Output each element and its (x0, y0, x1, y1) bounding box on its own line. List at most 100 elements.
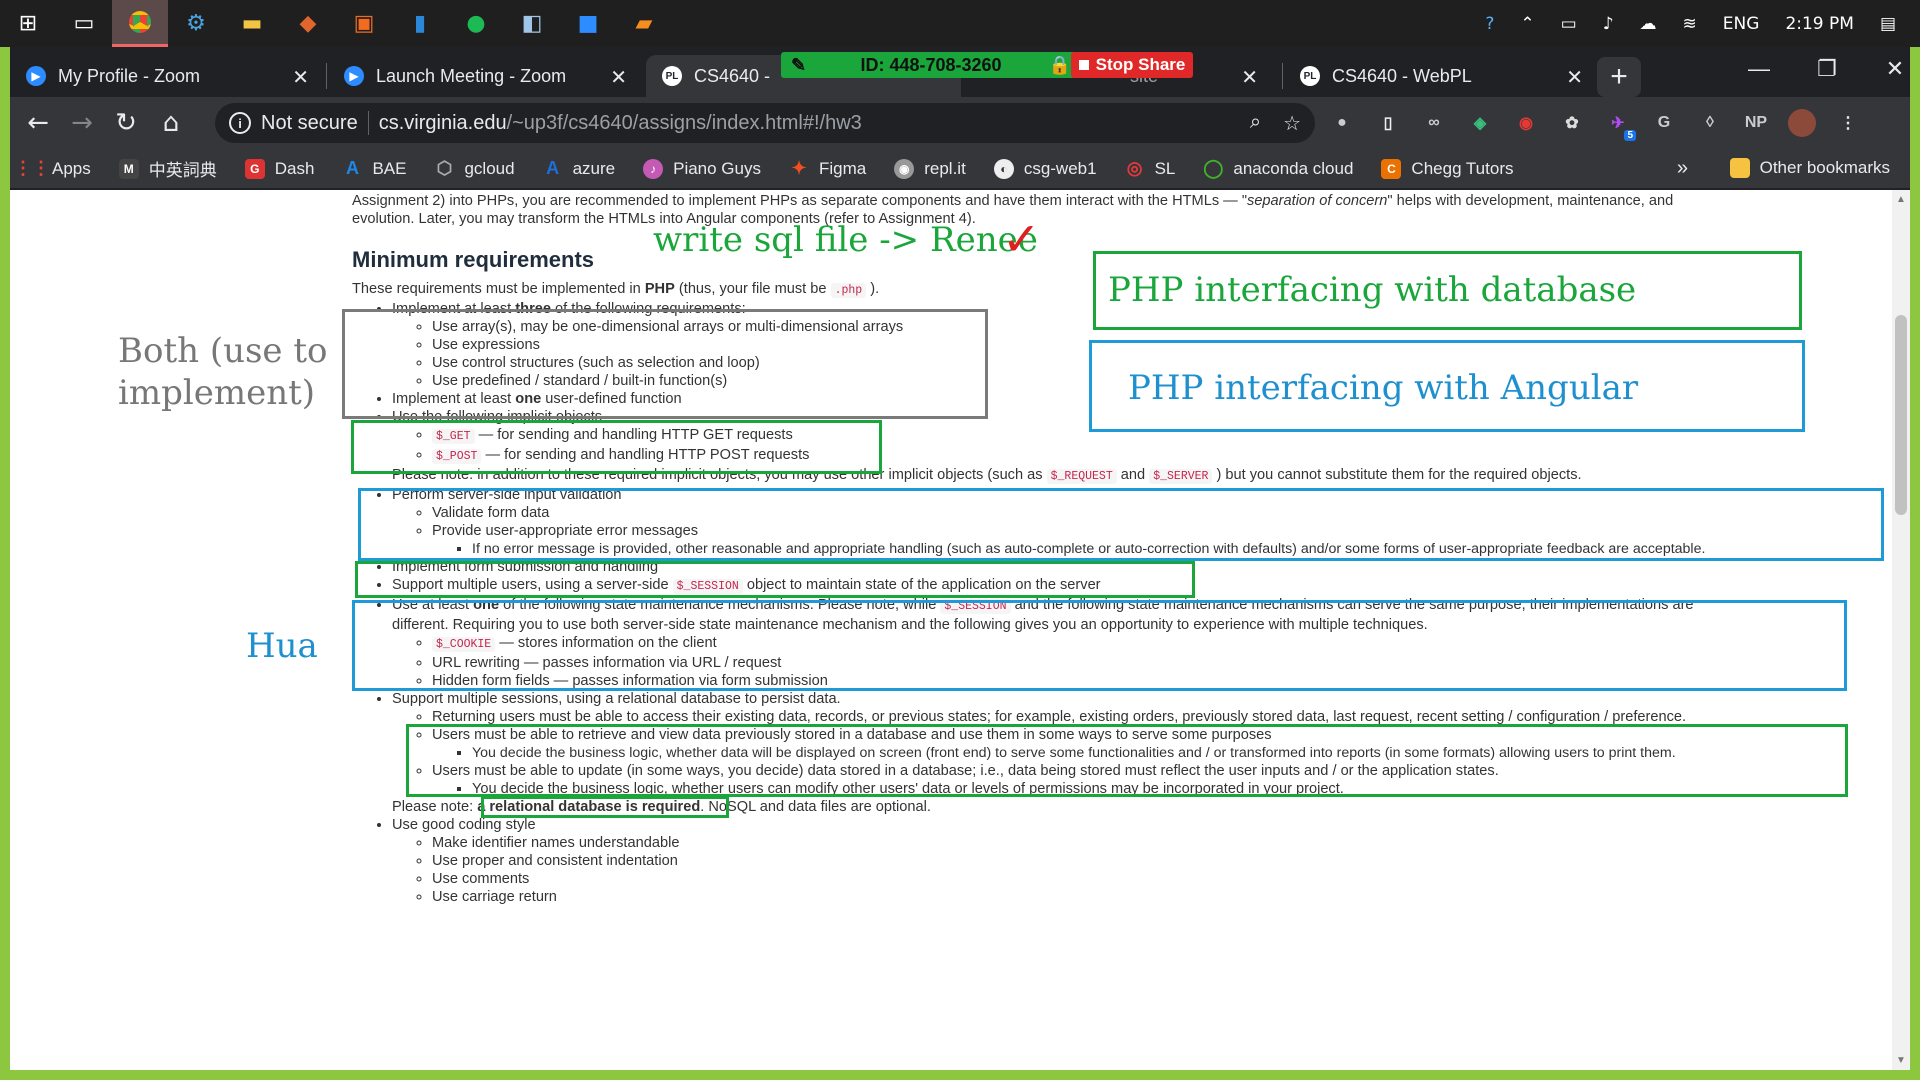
bookmark-apps[interactable]: ⋮⋮ Apps (14, 158, 91, 179)
menu-kebab-icon[interactable]: ⋮ (1834, 109, 1862, 137)
windows-start-icon[interactable]: ⊞ (0, 0, 56, 47)
cloud-upload-icon[interactable]: ☁ (1640, 14, 1657, 34)
intro-paragraph: Assignment 2) into PHPs, you are recomme… (352, 193, 1674, 227)
tab-title: CS4640 - WebPL (1332, 65, 1472, 86)
annotation-checkmark: ✓ (1002, 212, 1041, 266)
bookmark-dictionary[interactable]: M 中英詞典 (118, 156, 217, 181)
zoom-icon: ▶ (344, 66, 364, 86)
close-icon[interactable]: ✕ (610, 65, 627, 90)
close-window-button[interactable]: ✕ (1861, 47, 1920, 91)
bookmark-sl[interactable]: ◎ SL (1125, 158, 1176, 179)
scroll-down-icon[interactable]: ▼ (1896, 1055, 1906, 1066)
profile-avatar[interactable] (1788, 109, 1816, 137)
volume-icon[interactable]: ♪ (1603, 14, 1614, 34)
forward-arrow-icon[interactable]: → (66, 107, 98, 139)
list-item: Make identifier names understandable (432, 834, 1832, 852)
address-bar[interactable]: i Not secure cs.virginia.edu/~up3f/cs464… (215, 103, 1315, 143)
extension-5-icon[interactable]: ◉ (1512, 109, 1540, 137)
zoom-magnifier-icon[interactable]: ⌕ (1250, 111, 1261, 136)
extension-3-icon[interactable]: ∞ (1420, 109, 1448, 137)
extension-badge: 5 (1624, 130, 1636, 141)
close-icon[interactable]: ✕ (1566, 65, 1583, 90)
app-3-icon[interactable]: ⚙ (168, 0, 224, 47)
tab-title: My Profile - Zoom (58, 65, 201, 86)
chrome-taskbar-icon[interactable] (112, 0, 168, 47)
app-7-icon[interactable]: ▮ (392, 0, 448, 47)
bookmarks-overflow-chevron[interactable]: » (1677, 157, 1688, 180)
minimize-button[interactable]: — (1725, 47, 1793, 91)
tab-launch-meeting-zoom[interactable]: ▶ Launch Meeting - Zoom ✕ (328, 55, 643, 97)
new-tab-button[interactable]: + (1597, 57, 1641, 97)
bookmark-azure[interactable]: Aazure (543, 158, 615, 179)
np-extension-icon[interactable]: NP (1742, 109, 1770, 137)
help-icon[interactable]: ? (1485, 14, 1494, 34)
url-text[interactable]: cs.virginia.edu/~up3f/cs4640/assigns/ind… (379, 112, 862, 135)
bookmark-chegg-tutors[interactable]: C Chegg Tutors (1381, 158, 1513, 179)
extension-4-icon[interactable]: ◈ (1466, 109, 1494, 137)
spotify-icon[interactable]: ● (448, 0, 504, 47)
system-tray: ? ⌃ ▭ ♪ ☁ ≋ ENG 2:19 PM ▤ (1485, 0, 1920, 47)
extension-6-icon[interactable]: ✿ (1558, 109, 1586, 137)
zoom-meeting-id-bar[interactable]: ✎ ID: 448-708-3260 🔒 (781, 52, 1081, 78)
bookmark-replit[interactable]: ◉ repl.it (894, 158, 966, 179)
home-icon[interactable]: ⌂ (155, 107, 187, 139)
annotation-box-database-users (406, 724, 1848, 797)
chevron-up-icon[interactable]: ⌃ (1520, 14, 1534, 34)
reload-icon[interactable]: ↻ (110, 107, 142, 139)
wifi-icon[interactable]: ≋ (1683, 14, 1697, 34)
lock-icon: 🔒 (1048, 54, 1071, 75)
scroll-thumb[interactable] (1895, 315, 1907, 515)
scroll-up-icon[interactable]: ▲ (1896, 194, 1906, 205)
page-viewport: Assignment 2) into PHPs, you are recomme… (10, 190, 1910, 1070)
extension-1-icon[interactable]: ● (1328, 109, 1356, 137)
tab-separator (1282, 63, 1283, 89)
app-5-icon[interactable]: ◆ (280, 0, 336, 47)
tab-title: Launch Meeting - Zoom (376, 65, 567, 86)
clock[interactable]: 2:19 PM (1785, 14, 1854, 34)
extension-9-icon[interactable]: ◊ (1696, 109, 1724, 137)
bookmarks-bar: ⋮⋮ Apps M 中英詞典 G Dash A BAE ⬡ gcloud Aazure ♪… (10, 149, 1910, 189)
bookmark-anaconda-cloud[interactable]: ◯ anaconda cloud (1203, 158, 1353, 179)
restore-button[interactable]: ❐ (1793, 47, 1861, 91)
browser-toolbar: ← → ↻ ⌂ i Not secure cs.virginia.edu/~up… (10, 97, 1910, 149)
stop-square-icon (1078, 60, 1089, 70)
tab-strip: ▶ My Profile - Zoom ✕ ▶ Launch Meeting -… (10, 47, 1910, 97)
other-bookmarks[interactable]: Other bookmarks (1729, 158, 1890, 178)
omnibox-divider (367, 111, 369, 135)
annotation-box-three-reqs (342, 309, 988, 419)
stop-share-button[interactable]: Stop Share (1071, 52, 1193, 78)
list-item: Use comments (432, 870, 1832, 888)
bookmark-dash[interactable]: G Dash (244, 158, 314, 179)
grammarly-icon[interactable]: G (1650, 109, 1678, 137)
battery-icon[interactable]: ▭ (1561, 14, 1577, 34)
tab-my-profile-zoom[interactable]: ▶ My Profile - Zoom ✕ (10, 55, 325, 97)
bookmark-piano-guys[interactable]: ♪ Piano Guys (643, 158, 761, 179)
app-6-icon[interactable]: ▣ (336, 0, 392, 47)
bookmark-csg-web1[interactable]: ◐ csg-web1 (993, 158, 1097, 179)
extension-7-icon[interactable]: ✈ 5 (1604, 109, 1636, 141)
piano-guys-icon: ♪ (643, 158, 664, 179)
file-explorer-icon[interactable]: ▬ (224, 0, 280, 47)
security-label[interactable]: Not secure (261, 112, 358, 135)
tab-cs4640-webpl[interactable]: PL CS4640 - WebPL ✕ (1284, 55, 1599, 97)
extension-2-icon[interactable]: ▯ (1374, 109, 1402, 137)
dictionary-icon: M (118, 158, 139, 179)
bookmark-gcloud[interactable]: ⬡ gcloud (434, 158, 515, 179)
app-9-icon[interactable]: ◧ (504, 0, 560, 47)
close-icon[interactable]: ✕ (292, 65, 309, 90)
azure-a-icon: A (345, 158, 359, 178)
back-arrow-icon[interactable]: ← (22, 107, 54, 139)
sublime-icon[interactable]: ▰ (616, 0, 672, 47)
notifications-icon[interactable]: ▤ (1880, 14, 1896, 34)
azure-icon: A (546, 158, 560, 178)
bookmark-bae[interactable]: A BAE (342, 158, 407, 179)
bookmark-star-icon[interactable]: ☆ (1283, 111, 1301, 136)
info-icon[interactable]: i (229, 112, 251, 134)
language-indicator[interactable]: ENG (1723, 14, 1760, 34)
task-view-icon[interactable]: ▭ (56, 0, 112, 47)
zoom-taskbar-icon[interactable]: ■ (560, 0, 616, 47)
bookmark-figma[interactable]: ✦ Figma (789, 158, 866, 179)
tab-separator (326, 63, 327, 89)
close-icon[interactable]: ✕ (1241, 65, 1258, 90)
vertical-scrollbar[interactable]: ▲ ▼ (1892, 190, 1910, 1070)
